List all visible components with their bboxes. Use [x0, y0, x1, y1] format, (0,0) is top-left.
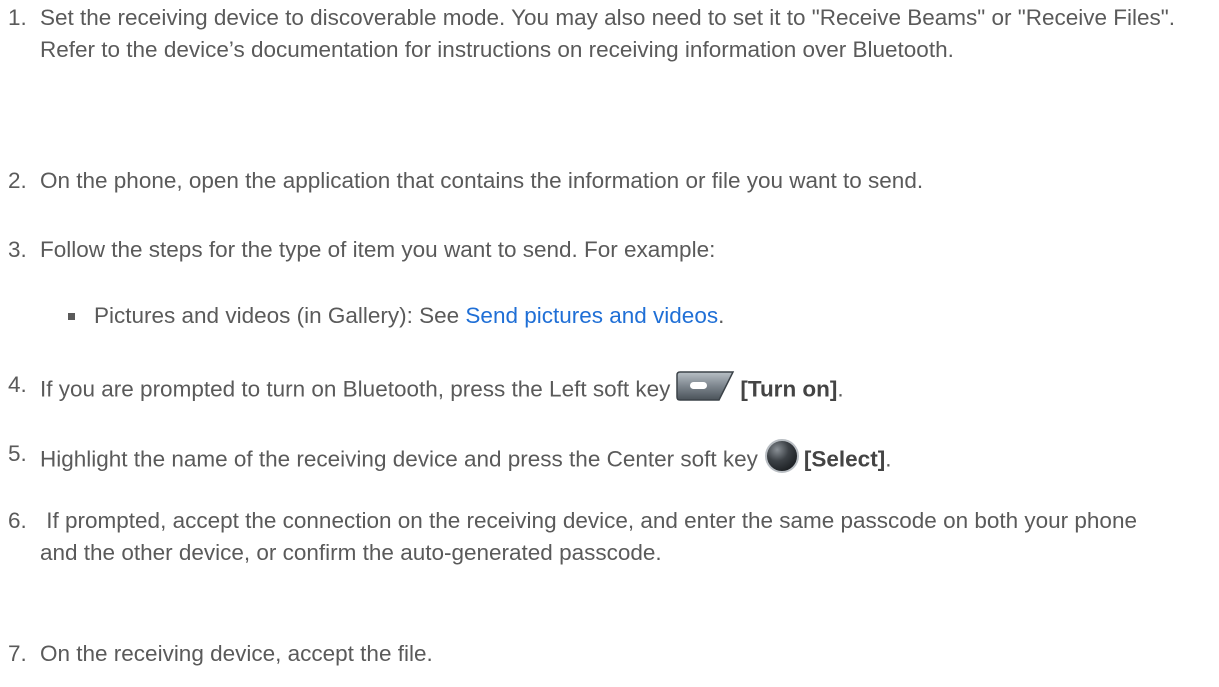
document-page: { "steps": [ {"num": "1.", "text": "Set … [0, 0, 1219, 687]
select-label: [Select] [803, 446, 886, 472]
sub-item-text: Pictures and videos (in Gallery): See [94, 303, 466, 328]
step-number: 6. [8, 508, 27, 533]
step-text: Follow the steps for the type of item yo… [40, 237, 716, 262]
step-number: 2. [8, 168, 27, 193]
turn-on-label: [Turn on] [740, 376, 838, 402]
center-soft-key-icon [764, 438, 800, 483]
step-number: 1. [8, 5, 27, 30]
send-pictures-link[interactable]: Send pictures and videos [465, 303, 718, 328]
step-text: If you are prompted to turn on Bluetooth… [40, 376, 671, 402]
step-text: On the receiving device, accept the file… [40, 641, 433, 666]
step-text: If prompted, accept the connection on th… [40, 508, 1144, 565]
step-text-end: . [837, 376, 844, 402]
step-number: 4. [8, 372, 27, 397]
step-text: Set the receiving device to discoverable… [40, 5, 1176, 62]
sub-item-after: . [718, 303, 725, 328]
step-text-end: . [885, 446, 892, 472]
left-soft-key-icon [676, 369, 736, 412]
step-number: 5. [8, 441, 27, 466]
sub-item: Pictures and videos (in Gallery): See Se… [68, 300, 725, 332]
step-text: Highlight the name of the receiving devi… [40, 446, 758, 472]
step-number: 7. [8, 641, 27, 666]
bullet-icon [68, 313, 75, 320]
step-text: On the phone, open the application that … [40, 168, 924, 193]
step-number: 3. [8, 237, 27, 262]
